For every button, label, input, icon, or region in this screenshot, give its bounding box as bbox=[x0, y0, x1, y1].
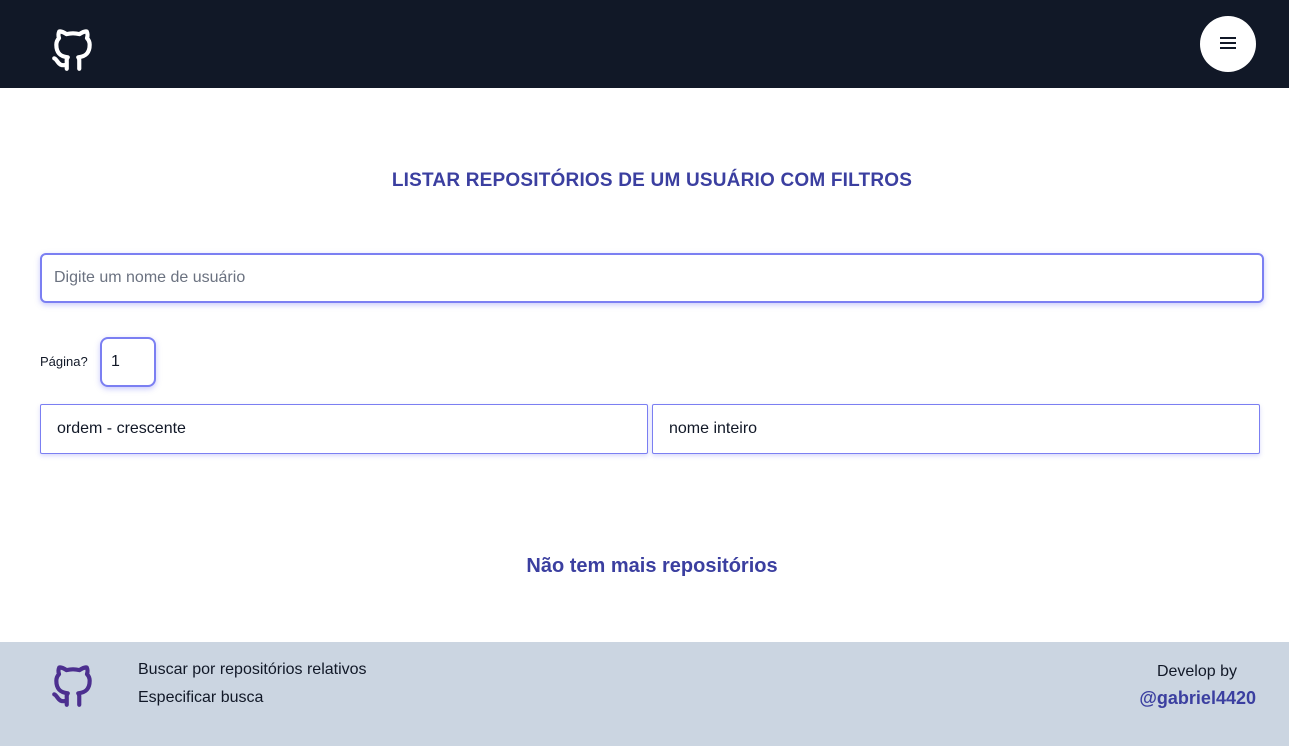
page-number-input[interactable] bbox=[100, 337, 156, 387]
github-icon[interactable] bbox=[48, 660, 98, 712]
top-header bbox=[0, 0, 1289, 88]
github-icon[interactable] bbox=[48, 24, 98, 76]
order-select[interactable]: ordem - crescente bbox=[40, 404, 648, 454]
footer-link-specific-search[interactable]: Especificar busca bbox=[138, 689, 263, 707]
page-label: Página? bbox=[40, 354, 88, 369]
menu-button[interactable] bbox=[1200, 16, 1256, 72]
name-filter-select-value: nome inteiro bbox=[669, 420, 758, 437]
page-title: LISTAR REPOSITÓRIOS DE UM USUÁRIO COM FI… bbox=[391, 170, 913, 191]
name-filter-select[interactable]: nome inteiro bbox=[652, 404, 1260, 454]
username-search-input[interactable] bbox=[40, 253, 1264, 303]
footer-link-related-repos[interactable]: Buscar por repositórios relativos bbox=[138, 661, 367, 679]
empty-state-message: Não tem mais repositórios bbox=[526, 555, 778, 577]
develop-by-label: Develop by bbox=[1156, 663, 1237, 680]
order-select-value: ordem - crescente bbox=[57, 420, 186, 437]
hamburger-icon bbox=[1220, 36, 1236, 52]
author-link[interactable]: @gabriel4420 bbox=[1139, 688, 1256, 709]
footer: Buscar por repositórios relativos Especi… bbox=[0, 642, 1289, 746]
